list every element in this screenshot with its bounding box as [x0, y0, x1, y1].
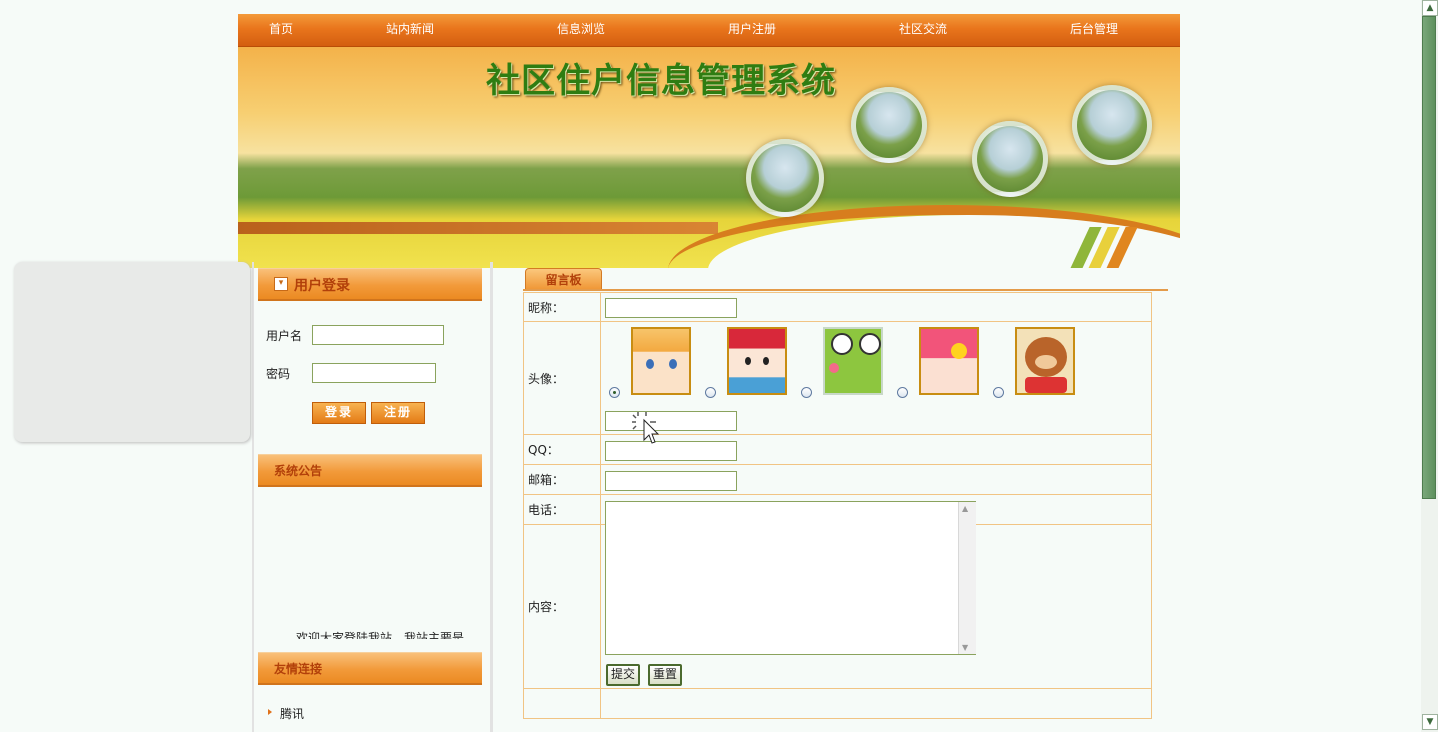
banner-photo-bubble: [746, 139, 824, 217]
login-panel-header: ▾ 用户登录: [258, 268, 482, 301]
notice-marquee: 欢迎大家登陆我站，我站主要是: [258, 486, 482, 639]
login-panel: [14, 262, 250, 442]
content-label: 内容：: [523, 524, 601, 689]
nickname-label: 昵称：: [523, 292, 601, 322]
link-tencent[interactable]: 腾讯: [280, 705, 304, 722]
buttons-label-cell: [523, 688, 601, 719]
banner-photo-bubble: [851, 87, 927, 163]
nav-admin[interactable]: 后台管理: [1064, 14, 1124, 46]
tab-underline: [523, 289, 1168, 291]
banner-photo-bubble: [1072, 85, 1152, 165]
avatar-orange-hair-girl-image[interactable]: [631, 327, 691, 395]
qq-label: QQ：: [523, 434, 601, 465]
login-panel-title: 用户登录: [294, 278, 350, 294]
username-label: 用户名: [266, 329, 303, 343]
phone-label: 电话：: [523, 494, 601, 525]
scroll-down-icon[interactable]: ▼: [962, 643, 968, 652]
phone-input[interactable]: [605, 471, 737, 491]
window-scroll-down-icon[interactable]: ▼: [1422, 714, 1438, 730]
tab-guestbook[interactable]: 留言板: [525, 268, 602, 291]
buttons-cell: [600, 688, 1152, 719]
notice-panel-title: 系统公告: [274, 464, 323, 478]
nav-user-register[interactable]: 用户注册: [722, 14, 782, 46]
username-input[interactable]: [312, 325, 444, 345]
avatar-radio-4[interactable]: [897, 387, 908, 398]
links-panel-header: 友情连接: [258, 652, 482, 685]
avatar-pink-helmet-girl-image[interactable]: [919, 327, 979, 395]
notice-text: 欢迎大家登陆我站，我站主要是: [296, 631, 465, 639]
avatar-radio-3[interactable]: [801, 387, 812, 398]
avatar-radio-1[interactable]: [609, 387, 620, 398]
nav-community[interactable]: 社区交流: [893, 14, 953, 46]
scroll-up-icon[interactable]: ▲: [962, 504, 968, 513]
avatar-green-frog-image[interactable]: [823, 327, 883, 395]
top-nav-bar: 首页 站内新闻 信息浏览 用户注册 社区交流 后台管理: [238, 14, 1180, 47]
reset-button[interactable]: 重置: [648, 664, 683, 686]
avatar-radio-5[interactable]: [993, 387, 1004, 398]
password-input[interactable]: [312, 363, 436, 383]
avatar-brown-bear-image[interactable]: [1015, 327, 1075, 395]
nav-site-news[interactable]: 站内新闻: [380, 14, 440, 46]
nav-info-browse[interactable]: 信息浏览: [551, 14, 611, 46]
email-label: 邮箱：: [523, 464, 601, 495]
window-scrollbar[interactable]: ▲ ▼: [1421, 0, 1438, 732]
banner-image: 社区住户信息管理系统: [238, 47, 1180, 268]
busy-cursor-icon: [632, 412, 660, 444]
site-title: 社区住户信息管理系统: [486, 61, 836, 101]
password-label: 密码: [266, 367, 291, 381]
window-scroll-up-icon[interactable]: ▲: [1422, 0, 1438, 16]
banner-photo-bubble: [972, 121, 1048, 197]
register-button[interactable]: 注册: [371, 402, 425, 424]
content-textarea[interactable]: [605, 501, 976, 655]
avatar-label: 头像：: [523, 321, 601, 435]
avatar-radio-2[interactable]: [705, 387, 716, 398]
nickname-input[interactable]: [605, 298, 737, 318]
links-panel-title: 友情连接: [274, 662, 323, 676]
login-button[interactable]: 登录: [312, 402, 366, 424]
content-scrollbar[interactable]: ▲ ▼: [958, 502, 976, 654]
qq-input[interactable]: [605, 411, 737, 431]
window-scroll-thumb[interactable]: [1422, 16, 1436, 499]
bullet-arrow-icon: [268, 709, 272, 715]
login-header-icon: ▾: [274, 277, 288, 291]
avatar-red-hood-girl-image[interactable]: [727, 327, 787, 395]
notice-panel-header: 系统公告: [258, 454, 482, 487]
submit-button[interactable]: 提交: [606, 664, 641, 686]
email-input[interactable]: [605, 441, 737, 461]
nav-home[interactable]: 首页: [258, 14, 304, 46]
farmhouse-strip: [238, 222, 718, 234]
